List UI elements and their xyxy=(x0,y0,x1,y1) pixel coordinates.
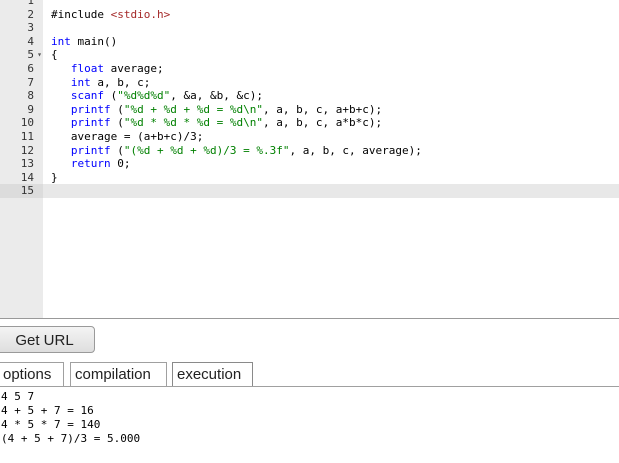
code-token: printf xyxy=(70,102,111,116)
tab-execution[interactable]: execution xyxy=(172,362,253,387)
line-number-label: 12 xyxy=(20,143,34,157)
code-token: main() xyxy=(70,34,118,48)
tab-compilation[interactable]: compilation xyxy=(70,362,167,387)
code-token: 0; xyxy=(110,157,131,171)
output-line: 4 5 7 xyxy=(1,390,35,403)
code-token: printf xyxy=(70,143,111,157)
code-line[interactable]: scanf ("%d%d%d", &a, &b, &c); xyxy=(51,89,263,103)
code-token: ( xyxy=(110,102,124,116)
code-token: return xyxy=(70,157,111,171)
code-token: , &a, &b, &c); xyxy=(170,89,263,103)
code-token: <stdio.h> xyxy=(110,7,171,21)
line-number-label: 8 xyxy=(27,89,34,103)
code-token: ( xyxy=(110,116,124,130)
line-number: 10 xyxy=(0,116,43,130)
line-number: 13 xyxy=(0,157,43,171)
line-number-label: 15 xyxy=(20,184,34,198)
line-number-gutter: 1 2 3 4 5 ▾ 6 7 8 9 10 11 12 13 14 15 xyxy=(0,0,43,318)
line-number: 12 xyxy=(0,144,43,158)
code-line[interactable]: printf ("%d + %d + %d = %d\n", a, b, c, … xyxy=(51,103,382,117)
code-area[interactable]: #include <stdio.h> int main(){ float aver… xyxy=(43,0,619,318)
line-number-label: 13 xyxy=(20,157,34,171)
line-number: 6 xyxy=(0,62,43,76)
code-line[interactable]: } xyxy=(51,171,58,185)
line-number-label: 14 xyxy=(20,170,34,184)
line-number: 11 xyxy=(0,130,43,144)
code-token: } xyxy=(51,170,58,184)
line-number: 9 xyxy=(0,103,43,117)
line-number-label: 1 xyxy=(27,0,34,7)
line-number-label: 10 xyxy=(20,116,34,130)
editor-divider xyxy=(0,318,619,319)
code-token: printf xyxy=(70,116,111,130)
code-token: scanf xyxy=(70,89,104,103)
code-line[interactable]: int a, b, c; xyxy=(51,76,150,90)
code-token: float xyxy=(70,62,104,75)
fold-arrow-icon[interactable]: ▾ xyxy=(37,48,42,62)
output-line: (4 + 5 + 7)/3 = 5.000 xyxy=(1,432,141,445)
code-editor[interactable]: 1 2 3 4 5 ▾ 6 7 8 9 10 11 12 13 14 15 #include <stdio.h… xyxy=(0,0,619,318)
line-number: 7 xyxy=(0,76,43,90)
code-token: average; xyxy=(104,62,164,75)
code-token: int xyxy=(51,34,71,48)
code-token: , a, b, c, average); xyxy=(289,143,422,157)
get-url-button[interactable]: Get URL xyxy=(0,326,95,353)
code-token: "%d%d%d" xyxy=(117,89,171,103)
code-line[interactable]: { xyxy=(51,48,58,62)
code-token: "%d * %d * %d = %d\n" xyxy=(123,116,263,130)
line-number: 5 ▾ xyxy=(0,48,43,62)
line-number-label: 6 xyxy=(27,62,34,75)
output-line: 4 + 5 + 7 = 16 xyxy=(1,404,94,417)
execution-output: 4 5 7 4 + 5 + 7 = 16 4 * 5 * 7 = 140 (4 … xyxy=(0,390,619,463)
code-line[interactable]: #include <stdio.h> xyxy=(51,8,170,22)
code-token: average = (a+b+c)/3; xyxy=(51,130,204,143)
line-number-label: 3 xyxy=(27,21,34,35)
code-token: ( xyxy=(104,89,118,103)
tab-options[interactable]: options xyxy=(0,362,64,387)
line-number: 1 xyxy=(0,0,43,8)
line-number: 15 xyxy=(0,184,43,198)
tab-bar-underline xyxy=(0,386,619,387)
line-number-label: 7 xyxy=(27,75,34,89)
code-token: , a, b, c, a*b*c); xyxy=(262,116,383,130)
line-number-label: 9 xyxy=(27,102,34,116)
output-line: 4 * 5 * 7 = 140 xyxy=(1,418,101,431)
line-number: 2 xyxy=(0,8,43,22)
code-token: ( xyxy=(110,143,124,157)
line-number-label: 4 xyxy=(27,34,34,48)
code-token: "(%d + %d + %d)/3 = %.3f" xyxy=(123,143,290,157)
code-token: , a, b, c, a+b+c); xyxy=(262,102,383,116)
code-token: int xyxy=(70,75,91,89)
line-number: 4 xyxy=(0,35,43,49)
code-line[interactable]: printf ("(%d + %d + %d)/3 = %.3f", a, b,… xyxy=(51,144,422,158)
code-line[interactable]: return 0; xyxy=(51,157,131,171)
line-number-label: 2 xyxy=(27,7,34,21)
line-number-label: 5 xyxy=(27,48,34,62)
code-token: a, b, c; xyxy=(90,75,151,89)
code-token: #include xyxy=(51,7,111,21)
code-line[interactable]: float average; xyxy=(51,62,164,76)
code-line[interactable]: average = (a+b+c)/3; xyxy=(51,130,203,144)
code-token: "%d + %d + %d = %d\n" xyxy=(123,102,263,116)
line-number-label: 11 xyxy=(20,130,34,143)
code-line[interactable]: printf ("%d * %d * %d = %d\n", a, b, c, … xyxy=(51,116,382,130)
tab-bar: options compilation execution xyxy=(0,362,619,387)
line-number: 8 xyxy=(0,89,43,103)
code-token: { xyxy=(51,48,58,62)
line-number: 3 xyxy=(0,21,43,35)
line-number: 14 xyxy=(0,171,43,185)
code-line[interactable]: int main() xyxy=(51,35,117,49)
